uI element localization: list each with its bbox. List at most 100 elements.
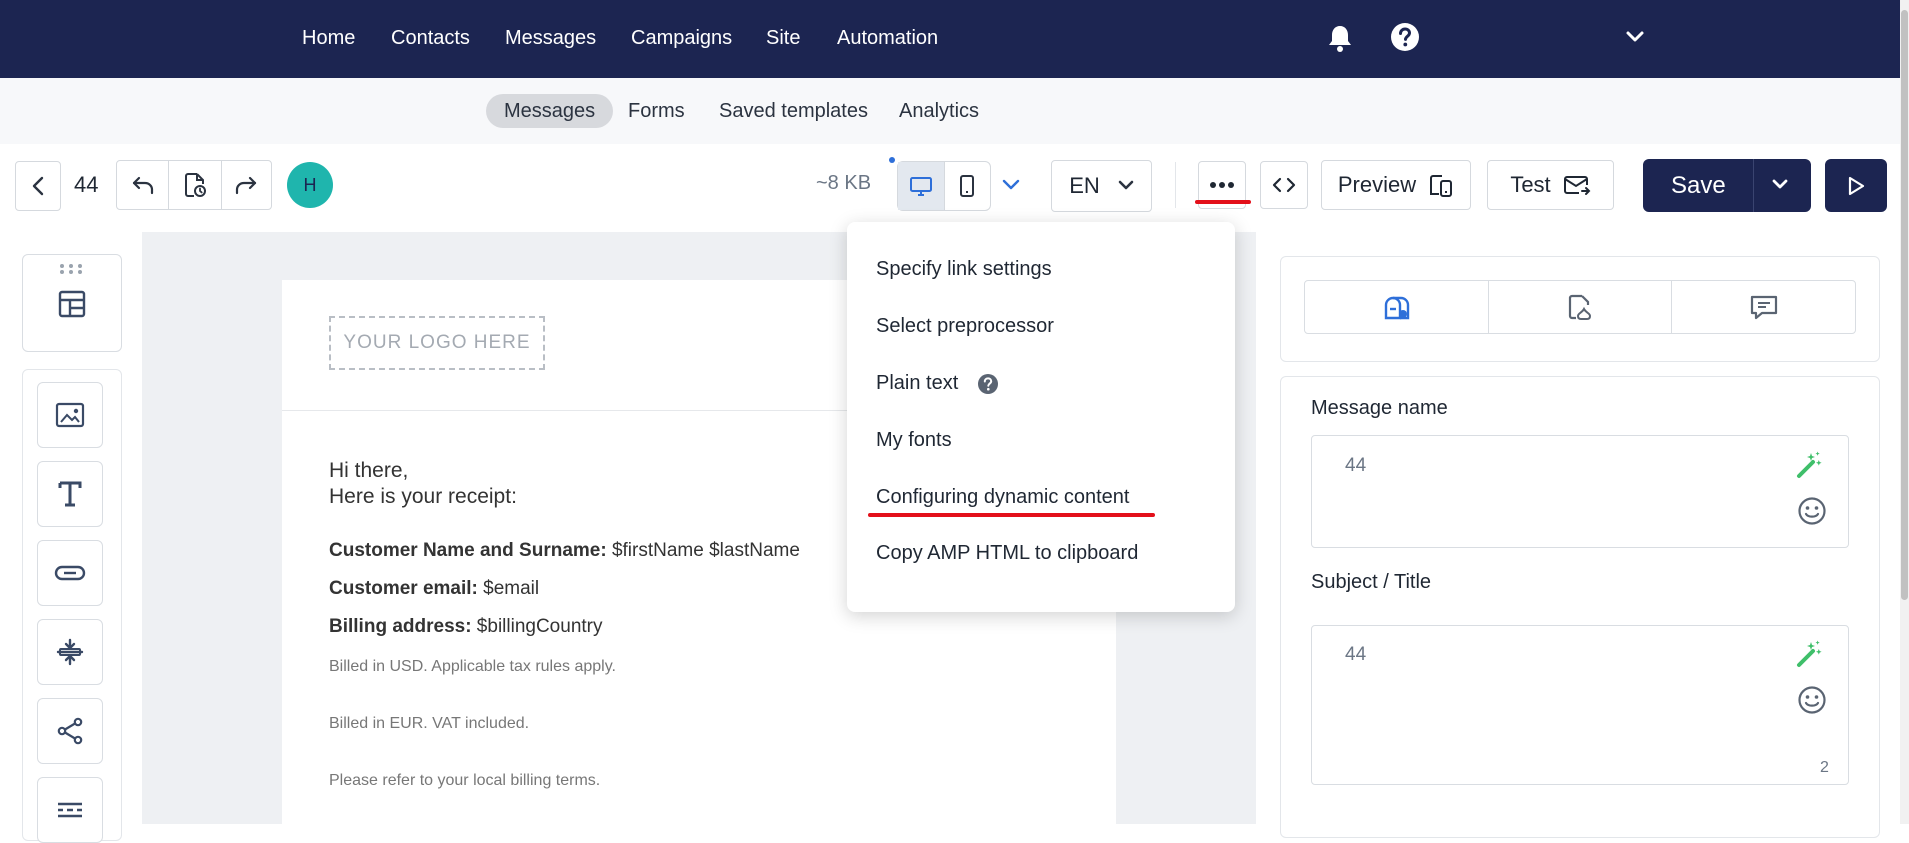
back-button[interactable] xyxy=(15,161,61,211)
subject-label: Subject / Title xyxy=(1311,571,1432,593)
text-block-tool[interactable] xyxy=(37,461,103,527)
note-eur[interactable]: Billed in EUR. VAT included. xyxy=(329,715,529,733)
more-options-menu: Specify link settings Select preprocesso… xyxy=(847,222,1235,612)
mobile-view-button[interactable] xyxy=(945,162,991,210)
spacer-icon xyxy=(55,637,85,667)
save-dropdown-chevron-icon[interactable] xyxy=(1771,179,1789,191)
help-icon[interactable] xyxy=(1390,22,1420,52)
page-scrollbar-thumb[interactable] xyxy=(1901,10,1908,600)
social-block-tool[interactable] xyxy=(37,698,103,764)
logo-placeholder[interactable]: YOUR LOGO HERE xyxy=(329,316,545,370)
menu-my-fonts[interactable]: My fonts xyxy=(876,429,952,452)
language-select[interactable]: EN xyxy=(1051,160,1152,212)
message-name-input[interactable]: 44 xyxy=(1311,435,1849,548)
spacer-block-tool[interactable] xyxy=(37,619,103,685)
structures-tool[interactable] xyxy=(22,254,122,352)
billing-address-line[interactable]: Billing address: $billingCountry xyxy=(329,616,603,638)
subject-value: 44 xyxy=(1345,644,1367,665)
image-block-tool[interactable] xyxy=(37,382,103,448)
chevron-down-icon[interactable] xyxy=(1625,30,1645,44)
version-history-button[interactable] xyxy=(169,161,222,209)
divider-icon xyxy=(55,800,85,820)
menu-copy-amp-html[interactable]: Copy AMP HTML to clipboard xyxy=(876,542,1138,565)
customer-name-line[interactable]: Customer Name and Surname: $firstName $l… xyxy=(329,540,800,562)
toolbar-divider xyxy=(1175,162,1176,208)
mobile-icon xyxy=(959,174,975,198)
annotation-underline-dynamic-content xyxy=(868,513,1155,517)
magic-wand-icon[interactable] xyxy=(1795,450,1825,480)
magic-wand-icon[interactable] xyxy=(1795,639,1825,669)
more-dots-icon xyxy=(1209,181,1235,189)
button-icon xyxy=(54,564,86,582)
device-toggle-group xyxy=(897,161,991,211)
paint-document-icon xyxy=(1567,293,1593,321)
menu-select-preprocessor[interactable]: Select preprocessor xyxy=(876,315,1054,338)
emoji-icon[interactable] xyxy=(1797,685,1827,715)
send-button[interactable] xyxy=(1825,159,1887,212)
bell-icon[interactable] xyxy=(1327,24,1353,52)
save-button-group: Save xyxy=(1643,159,1811,212)
avatar[interactable]: H xyxy=(287,162,333,208)
nav-automation[interactable]: Automation xyxy=(837,27,938,50)
tab-message-settings[interactable] xyxy=(1305,281,1489,333)
blocks-panel xyxy=(0,232,142,843)
save-divider xyxy=(1753,159,1754,212)
layout-structure-icon xyxy=(57,289,87,319)
help-icon[interactable] xyxy=(977,373,999,395)
save-button[interactable]: Save xyxy=(1671,172,1726,200)
subnav-analytics[interactable]: Analytics xyxy=(881,94,997,128)
message-size: ~8 KB xyxy=(816,172,872,194)
preview-button[interactable]: Preview xyxy=(1321,160,1471,210)
code-view-button[interactable] xyxy=(1260,161,1308,209)
settings-tabs xyxy=(1304,280,1856,334)
tab-appearance[interactable] xyxy=(1489,281,1673,333)
subnav-messages[interactable]: Messages xyxy=(486,94,614,128)
billing-address-value: $billingCountry xyxy=(471,616,603,637)
email-greeting[interactable]: Hi there, Here is your receipt: xyxy=(329,458,517,510)
devices-icon xyxy=(1428,172,1454,198)
test-button[interactable]: Test xyxy=(1487,160,1614,210)
annotation-underline-more-options xyxy=(1195,200,1251,204)
customer-email-line[interactable]: Customer email: $email xyxy=(329,578,539,600)
button-block-tool[interactable] xyxy=(37,540,103,606)
chevron-left-icon xyxy=(31,175,45,197)
subnav-forms[interactable]: Forms xyxy=(610,94,703,128)
history-button-group xyxy=(116,160,272,210)
menu-specify-link-settings[interactable]: Specify link settings xyxy=(876,258,1052,281)
desktop-view-button[interactable] xyxy=(898,162,945,210)
customer-name-value: $firstName $lastName xyxy=(606,540,800,561)
customer-name-label: Customer Name and Surname: xyxy=(329,540,607,561)
divider-block-tool[interactable] xyxy=(37,777,103,843)
emoji-icon[interactable] xyxy=(1797,496,1827,526)
note-usd[interactable]: Billed in USD. Applicable tax rules appl… xyxy=(329,658,616,676)
nav-home[interactable]: Home xyxy=(302,27,355,50)
drag-handle-icon xyxy=(59,263,83,275)
nav-contacts[interactable]: Contacts xyxy=(391,27,470,50)
nav-site[interactable]: Site xyxy=(766,27,800,50)
top-navigation: Home Contacts Messages Campaigns Site Au… xyxy=(0,0,1900,78)
menu-configuring-dynamic-content[interactable]: Configuring dynamic content xyxy=(876,486,1129,509)
customer-email-label: Customer email: xyxy=(329,578,478,599)
undo-icon xyxy=(131,174,155,196)
sub-navigation: Messages Forms Saved templates Analytics xyxy=(0,78,1900,145)
billing-address-label: Billing address: xyxy=(329,616,472,637)
tab-comments[interactable] xyxy=(1672,281,1855,333)
undo-button[interactable] xyxy=(117,161,170,209)
device-dropdown-chevron-icon[interactable] xyxy=(1001,178,1021,192)
subnav-saved-templates[interactable]: Saved templates xyxy=(701,94,886,128)
nav-campaigns[interactable]: Campaigns xyxy=(631,27,732,50)
menu-plain-text[interactable]: Plain text xyxy=(876,372,958,395)
redo-icon xyxy=(234,174,258,196)
settings-panel: Message name 44 Subject / Title 44 2 xyxy=(1194,232,1900,838)
desktop-icon xyxy=(909,175,933,197)
chat-icon xyxy=(1749,293,1779,321)
note-local[interactable]: Please refer to your local billing terms… xyxy=(329,772,600,790)
message-name-label: Message name xyxy=(1311,397,1448,419)
subject-input[interactable]: 44 2 xyxy=(1311,625,1849,785)
redo-button[interactable] xyxy=(222,161,271,209)
nav-messages[interactable]: Messages xyxy=(505,27,596,50)
message-name-value: 44 xyxy=(1345,455,1367,476)
greeting-line: Hi there, xyxy=(329,459,409,482)
play-icon xyxy=(1846,175,1866,197)
share-icon xyxy=(56,717,84,745)
